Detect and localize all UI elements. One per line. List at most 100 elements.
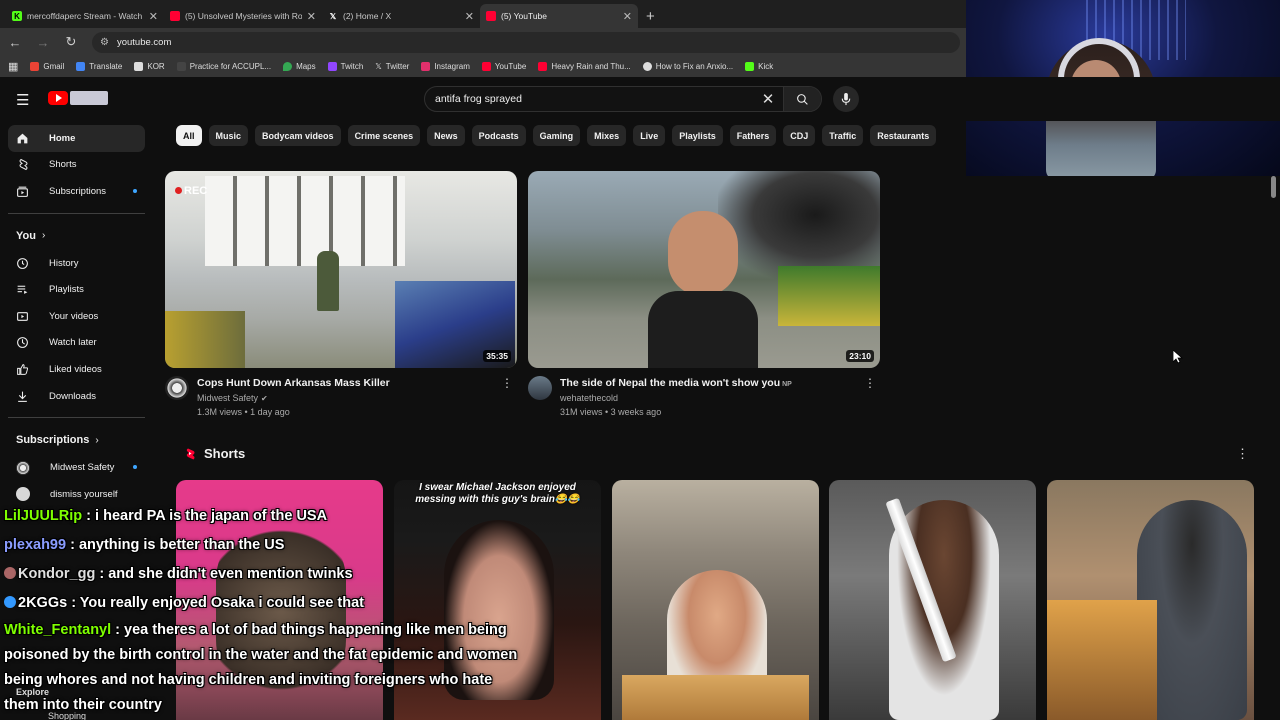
forward-icon[interactable]: →	[36, 35, 50, 50]
user-badge-icon	[4, 567, 16, 579]
search-input[interactable]: antifa frog sprayed	[435, 93, 753, 105]
chip-gaming[interactable]: Gaming	[532, 125, 581, 146]
video-title[interactable]: Cops Hunt Down Arkansas Mass Killer	[197, 377, 390, 389]
short-card[interactable]	[829, 480, 1036, 720]
bookmark-instagram[interactable]: Instagram	[421, 62, 470, 71]
video-card[interactable]: REC 35:35 Cops Hunt Down Arkansas Mass K…	[165, 171, 517, 428]
bookmark-twitter[interactable]: 𝕏 Twitter	[375, 62, 409, 71]
video-thumbnail[interactable]: 23:10	[528, 171, 880, 368]
close-tab-icon[interactable]: ✕	[307, 10, 316, 23]
sidebar-item-label: dismiss yourself	[50, 488, 118, 500]
chip-music[interactable]: Music	[208, 125, 249, 146]
your-videos-icon	[16, 310, 29, 323]
bookmark-twitch[interactable]: Twitch	[327, 62, 363, 71]
chip-live[interactable]: Live	[633, 125, 666, 146]
browser-tab[interactable]: (5) Unsolved Mysteries with Rol ✕	[164, 4, 322, 28]
garden	[778, 266, 880, 326]
apps-icon[interactable]: ▦	[8, 60, 18, 73]
site-info-icon[interactable]: ⚙	[100, 37, 109, 48]
video-meta: Cops Hunt Down Arkansas Mass Killer Midw…	[165, 376, 517, 428]
video-stats: 1.3M views • 1 day ago	[197, 407, 290, 417]
chip-fathers[interactable]: Fathers	[729, 125, 777, 146]
sidebar-item-playlists[interactable]: Playlists	[8, 276, 145, 303]
sidebar-item-label: Shorts	[49, 159, 77, 171]
scrollbar-thumb[interactable]	[1271, 176, 1276, 198]
youtube-logo[interactable]	[48, 91, 108, 105]
channel-avatar[interactable]	[165, 376, 189, 400]
bookmark-kick[interactable]: Kick	[745, 62, 773, 71]
more-options-icon[interactable]: ⋮	[501, 376, 513, 390]
bookmark-accuplacer[interactable]: Practice for ACCUPL...	[176, 62, 271, 71]
sidebar-item-subscriptions[interactable]: Subscriptions	[8, 178, 145, 205]
chip-traffic[interactable]: Traffic	[822, 125, 864, 146]
browser-tab[interactable]: K mercoffdaperc Stream - Watch ✕	[6, 4, 164, 28]
shopping-carts	[165, 311, 245, 368]
subscriptions-section-header[interactable]: Subscriptions ›	[0, 426, 155, 454]
chip-restaurants[interactable]: Restaurants	[870, 125, 937, 146]
video-title[interactable]: The side of Nepal the media won't show y…	[560, 377, 792, 389]
sidebar-channel-midwest-safety[interactable]: Midwest Safety	[8, 454, 145, 481]
bookmark-kor[interactable]: KOR	[134, 62, 165, 71]
chip-podcasts[interactable]: Podcasts	[471, 125, 526, 146]
chip-playlists[interactable]: Playlists	[672, 125, 723, 146]
section-title: Shorts	[204, 446, 246, 461]
close-tab-icon[interactable]: ✕	[623, 10, 632, 23]
sidebar-item-history[interactable]: History	[8, 250, 145, 277]
chip-bodycam-videos[interactable]: Bodycam videos	[255, 125, 341, 146]
chat-text: : You really enjoyed Osaka i could see t…	[67, 595, 364, 611]
you-section-header[interactable]: You ›	[0, 222, 155, 250]
page-scrollbar[interactable]	[1270, 176, 1276, 716]
playlists-icon	[16, 283, 29, 296]
voice-search-button[interactable]	[833, 86, 859, 112]
youtube-icon	[481, 62, 491, 71]
more-options-icon[interactable]: ⋮	[864, 376, 876, 390]
video-card[interactable]: 23:10 The side of Nepal the media won't …	[528, 171, 880, 428]
bookmark-anxiety[interactable]: How to Fix an Anxio...	[642, 62, 733, 71]
short-card[interactable]	[1047, 480, 1254, 720]
more-options-icon[interactable]: ⋮	[1236, 446, 1249, 462]
chip-cdj[interactable]: CDJ	[783, 125, 816, 146]
chip-news[interactable]: News	[427, 125, 465, 146]
chip-crime-scenes[interactable]: Crime scenes	[347, 125, 421, 146]
sidebar-item-home[interactable]: Home	[8, 125, 145, 152]
clear-search-icon[interactable]: ✕	[753, 90, 783, 108]
address-bar[interactable]: ⚙ youtube.com	[92, 31, 960, 53]
search-button[interactable]	[783, 87, 821, 111]
chip-mixes[interactable]: Mixes	[587, 125, 627, 146]
bookmark-gmail[interactable]: Gmail	[30, 62, 64, 71]
sidebar-item-your-videos[interactable]: Your videos	[8, 303, 145, 330]
sidebar-item-downloads[interactable]: Downloads	[8, 383, 145, 410]
sidebar-item-liked-videos[interactable]: Liked videos	[8, 356, 145, 383]
menu-icon[interactable]: ☰	[16, 91, 29, 109]
new-tab-icon[interactable]: +	[638, 4, 663, 28]
channel-avatar	[16, 487, 30, 502]
bookmark-heavy-rain[interactable]: Heavy Rain and Thu...	[538, 62, 631, 71]
search-box[interactable]: antifa frog sprayed ✕	[424, 86, 822, 112]
close-tab-icon[interactable]: ✕	[465, 10, 474, 23]
video-thumbnail[interactable]: REC 35:35	[165, 171, 517, 368]
chip-all[interactable]: All	[176, 125, 202, 146]
back-icon[interactable]: ←	[8, 35, 22, 50]
browser-tab[interactable]: 𝕏 (2) Home / X ✕	[322, 4, 480, 28]
close-tab-icon[interactable]: ✕	[149, 10, 158, 23]
bookmark-maps[interactable]: Maps	[283, 62, 316, 71]
translate-icon	[76, 62, 86, 71]
kick-favicon-icon: K	[12, 11, 22, 21]
chevron-right-icon: ›	[41, 230, 46, 242]
reload-icon[interactable]: ↻	[64, 34, 78, 50]
youtube-favicon-icon	[170, 11, 180, 21]
channel-avatar[interactable]	[528, 376, 552, 400]
x-icon: 𝕏	[375, 62, 382, 71]
channel-name[interactable]: wehatethecold	[560, 393, 618, 403]
bookmark-label: Kick	[758, 62, 774, 71]
sidebar-item-shorts[interactable]: Shorts	[8, 152, 145, 179]
bookmark-label: Twitter	[385, 62, 410, 71]
sidebar-item-watch-later[interactable]: Watch later	[8, 330, 145, 357]
channel-name[interactable]: Midwest Safety	[197, 393, 258, 403]
bookmark-translate[interactable]: Translate	[76, 62, 122, 71]
tab-title: (5) Unsolved Mysteries with Rol	[185, 11, 302, 21]
short-card[interactable]	[612, 480, 819, 720]
browser-tab-active[interactable]: (5) YouTube ✕	[480, 4, 638, 28]
shorts-icon	[16, 158, 29, 171]
bookmark-youtube[interactable]: YouTube	[481, 62, 526, 71]
